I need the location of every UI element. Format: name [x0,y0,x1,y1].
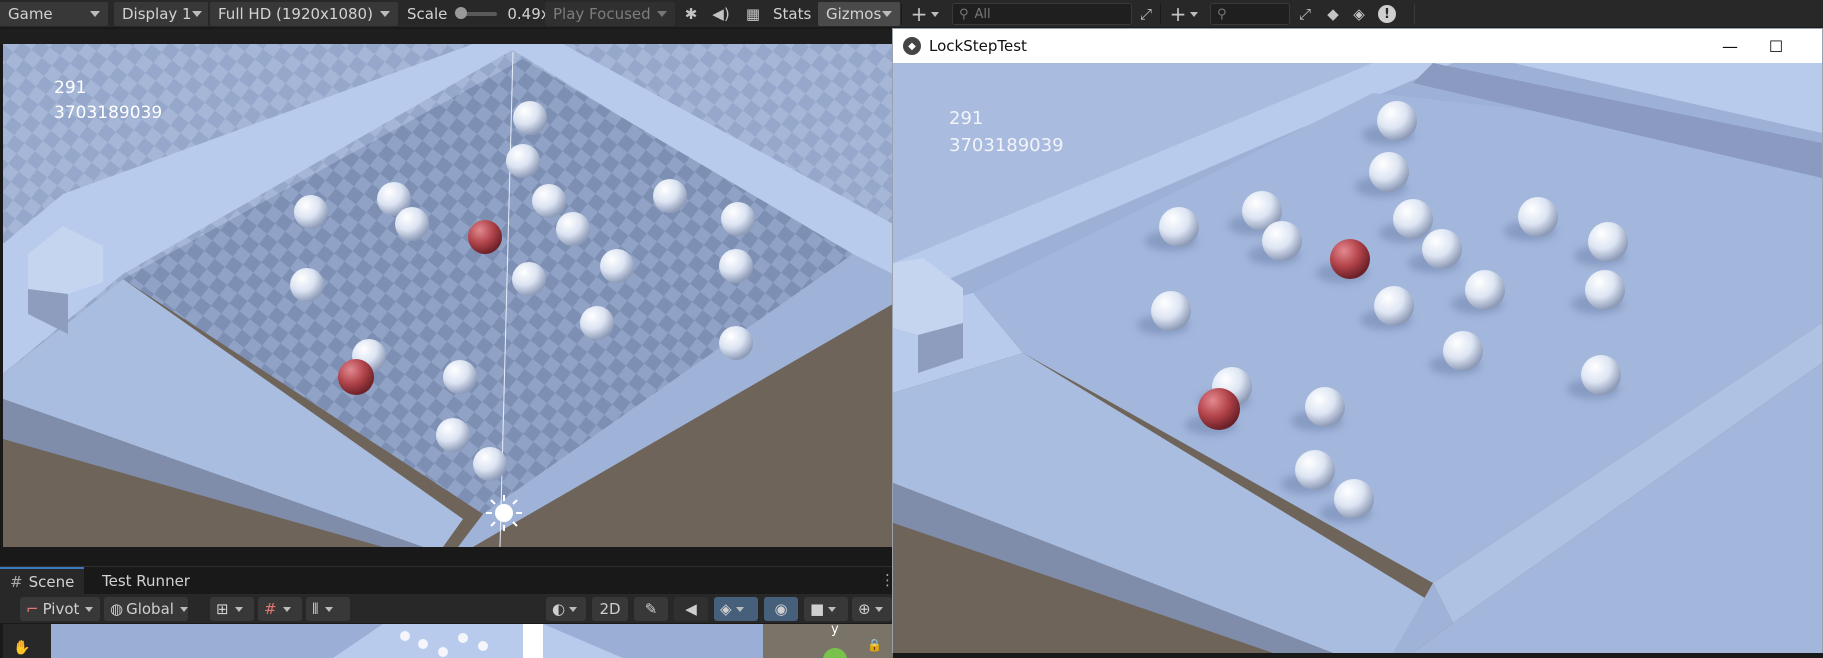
lighting-toggle[interactable]: ✎ [634,597,668,621]
hand-tool-icon[interactable]: ✋ [13,640,30,656]
gizmos-toggle[interactable]: ⊕ [852,597,892,621]
toolbar-divider [901,4,902,24]
camera-dropdown[interactable]: ■ [804,597,848,621]
scene-tab-bar: # Scene Test Runner ⋮ [0,566,895,595]
snap-toggle[interactable]: ⊞ [210,597,254,621]
snap-icon: ⊞ [216,600,229,618]
unity-logo-icon: ◆ [903,37,921,55]
view-mode-label: Game [8,5,53,23]
toolbar-divider [1414,4,1415,24]
warning-icon[interactable]: ! [1374,2,1400,26]
add-icon[interactable]: + [905,2,945,26]
layers-icon: ◈ [720,600,732,618]
chevron-down-icon [882,11,892,17]
chevron-down-icon [380,11,390,17]
scale-control: Scale 0.49x [407,0,550,28]
background-strip [893,653,1823,658]
expand-icon[interactable]: ⤢ [1292,2,1318,26]
lighting-icon: ✎ [644,600,658,618]
gizmos-dropdown[interactable]: Gizmos [818,2,900,26]
resolution-label: Full HD (1920x1080) [218,5,373,23]
resolution-dropdown[interactable]: Full HD (1920x1080) [210,2,398,26]
grid-icon: # [10,573,23,591]
player-hud: 291 3703189039 [949,105,1064,159]
eye-hidden-icon: ◉ [774,600,788,618]
audio-toggle[interactable]: ◀ [674,597,708,621]
audio-icon[interactable]: ◀) [708,2,734,26]
expand-icon[interactable]: ⤢ [1133,2,1159,26]
scene-render [3,624,893,658]
audio-icon: ◀ [685,600,697,618]
project-search-input[interactable]: ⚲ [1210,3,1290,25]
display-label: Display 1 [122,5,192,23]
pivot-dropdown[interactable]: ⌐ Pivot [20,597,100,621]
bug-icon[interactable]: ✱ [678,2,704,26]
player-viewport[interactable]: 291 3703189039 [893,63,1822,653]
state-hash: 3703189039 [54,103,163,123]
game-view-toolbar: Game Display 1 Full HD (1920x1080) Scale… [0,0,1823,28]
play-mode-label: Play Focused [553,5,651,23]
game-hud: 291 3703189039 [54,76,162,126]
frame-counter: 291 [949,108,984,129]
scene-viewport[interactable]: ✋ y 🔒 [3,624,893,658]
mode-2d-toggle[interactable]: 2D [592,597,628,621]
increment-snap-toggle[interactable]: ⦀ [306,597,350,621]
label-icon[interactable]: ◈ [1346,2,1372,26]
search-icon: ⚲ [1217,6,1227,22]
search-icon: ⚲ [959,6,969,22]
toolbar-divider [1160,4,1161,24]
chevron-down-icon [657,11,667,17]
scale-slider[interactable] [455,7,498,19]
game-view-letterbox [0,29,893,44]
frame-counter: 291 [54,78,87,98]
hierarchy-search-input[interactable]: ⚲ All [952,3,1132,25]
minimize-button[interactable]: — [1707,29,1753,63]
sun-icon [486,495,522,531]
gizmo-globe-icon: ⊕ [858,600,871,618]
keyboard-icon[interactable]: ▦ [740,2,766,26]
grid-snap-toggle[interactable]: # [258,597,302,621]
draw-mode-dropdown[interactable]: ◐ [546,597,586,621]
scene-toolbar: ⌐ Pivot ◍ Global ⊞ # ⦀ ◐ 2D ✎ ◀ ◈ ◉ ■ ⊕ [0,594,893,624]
lock-icon[interactable]: 🔒 [867,638,882,652]
globe-icon: ◍ [110,600,124,618]
global-dropdown[interactable]: ◍ Global [104,597,188,621]
ruler-icon: ⦀ [312,600,319,618]
scale-value: 0.49x [507,5,550,23]
visibility-toggle[interactable]: ◉ [764,597,798,621]
play-mode-dropdown[interactable]: Play Focused [545,2,675,26]
chevron-down-icon [90,11,100,17]
scale-slider-handle[interactable] [455,7,468,19]
add-icon[interactable]: + [1164,2,1204,26]
search-placeholder: All [974,6,991,22]
maximize-button[interactable]: ☐ [1753,29,1799,63]
tab-scene[interactable]: # Scene [0,567,85,595]
display-dropdown[interactable]: Display 1 [114,2,208,26]
gizmos-label: Gizmos [826,5,882,23]
axis-y-label: y [831,624,839,637]
camera-icon: ■ [810,600,825,618]
state-hash: 3703189039 [949,135,1064,156]
tab-test-runner[interactable]: Test Runner [92,567,200,595]
effects-dropdown[interactable]: ◈ [714,597,758,621]
player-titlebar[interactable]: ◆ LockStepTest — ☐ [893,29,1822,63]
grid-snap-icon: # [264,600,277,618]
window-title: LockStepTest [929,37,1027,55]
scale-label: Scale [407,5,448,23]
stats-button[interactable]: Stats [773,0,811,28]
pivot-icon: ⌐ [26,600,39,618]
game-viewport[interactable]: 291 3703189039 [3,44,893,547]
shading-icon: ◐ [552,600,566,618]
player-window[interactable]: ◆ LockStepTest — ☐ 291 3703189039 [892,28,1823,653]
chevron-down-icon [191,11,202,17]
filter-type-icon[interactable]: ◆ [1320,2,1346,26]
view-mode-dropdown[interactable]: Game [0,2,108,26]
